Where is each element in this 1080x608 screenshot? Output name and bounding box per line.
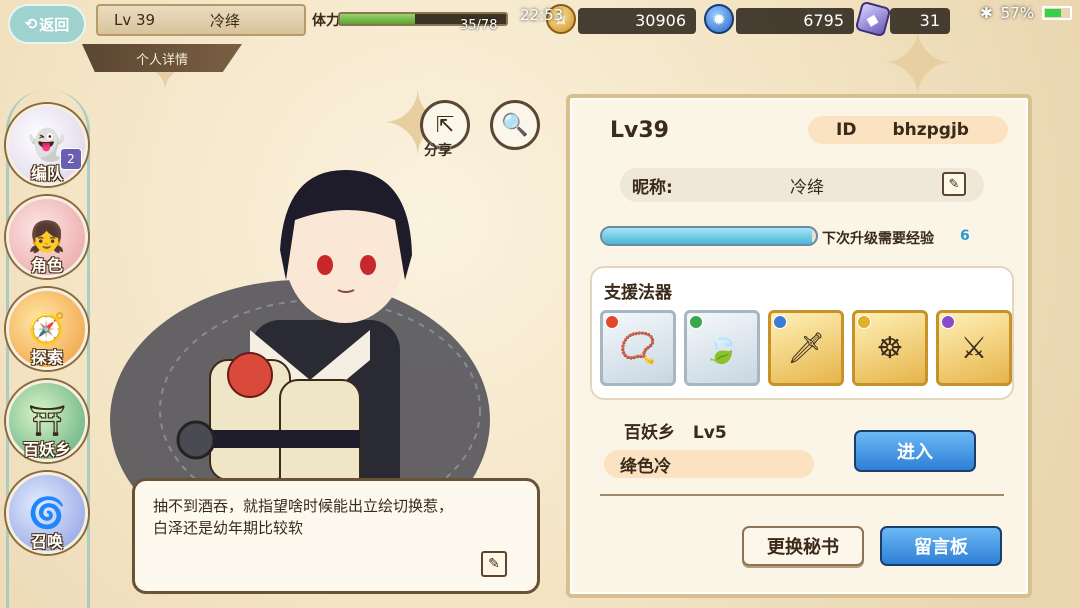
nav-item-explore[interactable]: 🧭 探索 xyxy=(6,288,88,370)
id-value: bhzpgjb xyxy=(892,120,969,140)
enter-button[interactable]: 进入 xyxy=(854,430,976,472)
share-icon: ⇱ xyxy=(435,112,455,138)
edit-nickname-button[interactable]: ✎ xyxy=(942,172,966,196)
pencil-icon: ✎ xyxy=(948,176,960,192)
pencil-icon: ✎ xyxy=(488,556,500,572)
support-title: 支援法器 xyxy=(604,283,672,303)
edit-speech-button[interactable]: ✎ xyxy=(481,551,507,577)
nav-item-summon[interactable]: 🌀 召唤 xyxy=(6,472,88,554)
exp-value: 6 xyxy=(960,228,970,244)
divider xyxy=(600,494,1004,496)
dark-element-icon xyxy=(941,315,955,329)
coin-count: 30906 xyxy=(578,8,696,34)
nickname-row: 昵称: 冷绛 ✎ xyxy=(620,168,984,202)
top-bar: ⟲ 返回 Lv 39 冷绛 个人详情 体力 35/78 ¤ 22:53 3090… xyxy=(0,0,1080,72)
battery-icon xyxy=(1042,6,1072,20)
nav-label-village: 百妖乡 xyxy=(22,440,71,459)
artifact-slot-3[interactable]: 🗡 xyxy=(768,310,844,386)
stamina-fill xyxy=(340,14,415,24)
stamina-label: 体力 xyxy=(312,13,340,29)
exp-bar xyxy=(600,226,818,246)
motto: 绛色冷 xyxy=(604,450,814,478)
search-icon: 🔍 xyxy=(501,112,529,138)
id-label: ID xyxy=(836,120,857,140)
nickname-label: 昵称: xyxy=(632,177,673,198)
sword-icon: 🗡 xyxy=(786,330,826,366)
profile-level: Lv39 xyxy=(610,118,669,143)
page-title: 个人详情 xyxy=(82,44,242,72)
gem-count: 31 xyxy=(890,8,950,34)
flame-count: 6795 xyxy=(736,8,854,34)
bracelet-icon: 📿 xyxy=(619,330,657,366)
speech-line-1: 抽不到酒吞，就指望啥时候能出立绘切换惹， xyxy=(153,497,454,515)
nav-label-character: 角色 xyxy=(30,256,63,275)
message-board-button[interactable]: 留言板 xyxy=(880,526,1002,566)
support-artifacts: 支援法器 📿 🍃 🗡 ☸ ⚔ xyxy=(590,266,1014,400)
flame-icon: ✹ xyxy=(704,4,734,34)
wheel-icon: ☸ xyxy=(876,330,904,366)
nav-label-summon: 召唤 xyxy=(30,532,63,551)
nav-item-village[interactable]: ⛩ 百妖乡 xyxy=(6,380,88,462)
player-plate: Lv 39 冷绛 xyxy=(96,4,306,36)
artifact-slot-2[interactable]: 🍃 xyxy=(684,310,760,386)
clock: 22:53 xyxy=(520,6,564,24)
player-name: 冷绛 xyxy=(210,11,241,30)
nav-item-team[interactable]: 👻 2 编队 xyxy=(6,104,88,186)
home-label: 百妖乡 xyxy=(624,423,675,443)
change-secretary-button[interactable]: 更换秘书 xyxy=(742,526,864,566)
fire-element-icon xyxy=(605,315,619,329)
blade-icon: ⚔ xyxy=(960,330,988,366)
light-element-icon xyxy=(857,315,871,329)
nav-item-character[interactable]: 👧 角色 xyxy=(6,196,88,278)
profile-id-badge: ID bhzpgjb xyxy=(808,116,1008,144)
back-arrow-icon: ⟲ xyxy=(24,15,38,33)
exp-label: 下次升级需要经验 xyxy=(822,231,934,247)
water-element-icon xyxy=(773,315,787,329)
player-level: Lv 39 xyxy=(114,11,156,29)
wind-element-icon xyxy=(689,315,703,329)
bluetooth-icon: ✱ xyxy=(980,4,993,22)
nickname-value: 冷绛 xyxy=(790,177,824,198)
status-bar: ✱ 57% xyxy=(980,4,1072,22)
nav-label-team: 编队 xyxy=(30,164,63,183)
artifact-slot-1[interactable]: 📿 xyxy=(600,310,676,386)
artifact-slot-5[interactable]: ⚔ xyxy=(936,310,1012,386)
speech-bubble: 抽不到酒吞，就指望啥时候能出立绘切换惹， 白泽还是幼年期比较软 ✎ xyxy=(132,478,540,594)
nav-label-explore: 探索 xyxy=(30,348,63,367)
share-label: 分享 xyxy=(424,143,452,159)
speech-line-2: 白泽还是幼年期比较软 xyxy=(153,519,304,537)
search-button[interactable]: 🔍 xyxy=(490,100,540,150)
home-row: 百妖乡 Lv5 xyxy=(624,418,727,443)
back-label: 返回 xyxy=(39,15,70,34)
profile-panel: Lv39 ID bhzpgjb 昵称: 冷绛 ✎ 下次升级需要经验 6 支援法器… xyxy=(566,94,1032,598)
exp-fill xyxy=(602,228,812,244)
leaf-ornament-icon: 🍃 xyxy=(703,330,741,366)
left-nav: 👻 2 编队 👧 角色 🧭 探索 ⛩ 百妖乡 🌀 召唤 xyxy=(0,90,96,608)
battery-text: 57% xyxy=(1000,4,1034,22)
home-level: Lv5 xyxy=(692,423,727,443)
stamina-value: 35/78 xyxy=(460,18,498,33)
artifact-slot-4[interactable]: ☸ xyxy=(852,310,928,386)
back-button[interactable]: ⟲ 返回 xyxy=(8,4,86,44)
gem-icon: ◆ xyxy=(854,0,892,38)
